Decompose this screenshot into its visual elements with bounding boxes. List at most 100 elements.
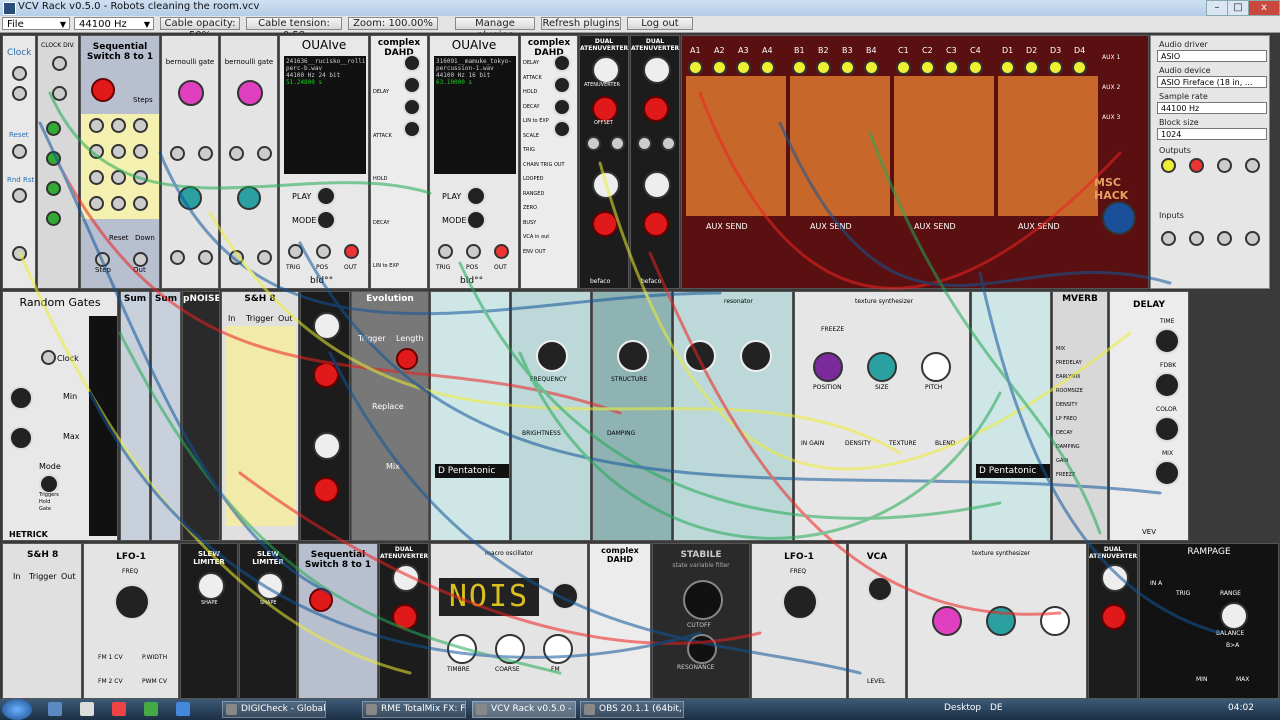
file-menu[interactable]: File ▼ — [2, 17, 70, 30]
language-indicator[interactable]: DE — [990, 703, 1003, 713]
mixer-input-jack[interactable] — [816, 60, 831, 75]
level-knob[interactable] — [867, 576, 893, 602]
offset-knob[interactable] — [592, 96, 618, 122]
structure-knob[interactable] — [740, 340, 772, 372]
dahd-knob[interactable] — [403, 98, 421, 116]
atenuverter-knob[interactable] — [643, 56, 671, 84]
app-icon[interactable] — [144, 702, 158, 716]
desktop-toolbar[interactable]: Desktop — [944, 703, 981, 713]
dahd-knob[interactable] — [553, 54, 571, 72]
clock-jack[interactable] — [41, 350, 56, 365]
clock-jack[interactable] — [12, 86, 27, 101]
mixer-input-jack[interactable] — [736, 60, 751, 75]
refresh-plugins-button[interactable]: Refresh plugins — [541, 17, 621, 30]
mixer-input-jack[interactable] — [968, 60, 983, 75]
mixer-input-jack[interactable] — [840, 60, 855, 75]
dahd-knob[interactable] — [553, 76, 571, 94]
output-jack[interactable] — [1217, 158, 1232, 173]
zoom-slider[interactable]: Zoom: 100.00% — [348, 17, 438, 30]
atenuverter-knob[interactable] — [313, 312, 341, 340]
mixer-input-jack[interactable] — [920, 60, 935, 75]
manage-plugins-button[interactable]: Manage plugins — [455, 17, 535, 41]
freq-knob[interactable] — [114, 584, 150, 620]
pitch-knob[interactable] — [1040, 606, 1070, 636]
feedback-knob[interactable] — [1154, 372, 1180, 398]
position-knob[interactable] — [813, 352, 843, 382]
output-jack[interactable] — [1161, 158, 1176, 173]
bernoulli-knob[interactable] — [178, 186, 202, 210]
mixer-input-jack[interactable] — [1048, 60, 1063, 75]
explorer-icon[interactable] — [48, 702, 62, 716]
close-button[interactable]: x — [1248, 0, 1280, 16]
seq-jack[interactable] — [89, 170, 104, 185]
mixer-input-jack[interactable] — [760, 60, 775, 75]
div-jack[interactable] — [52, 86, 67, 101]
play-button[interactable] — [316, 186, 336, 206]
steps-knob[interactable] — [309, 588, 333, 612]
block-size-select[interactable]: 1024 — [1157, 128, 1267, 140]
out-jack[interactable] — [344, 244, 359, 259]
taskbar-item-vcv-rack[interactable]: VCV Rack v0.5.0 - Ro... — [472, 701, 576, 718]
seq-jack[interactable] — [111, 170, 126, 185]
atenuverter-knob[interactable] — [592, 171, 620, 199]
mixer-input-jack[interactable] — [792, 60, 807, 75]
pos-jack[interactable] — [316, 244, 331, 259]
sample-rate-select[interactable]: 44100 Hz — [1157, 102, 1267, 114]
atenuverter-knob[interactable] — [313, 432, 341, 460]
atenuverter-knob[interactable] — [643, 171, 671, 199]
seq-step-jack[interactable] — [95, 252, 110, 267]
bernoulli-knob[interactable] — [237, 80, 263, 106]
taskbar-item-digicheck[interactable]: DIGICheck - Global R... — [222, 701, 326, 718]
log-out-button[interactable]: Log out — [627, 17, 693, 30]
mixer-input-jack[interactable] — [1072, 60, 1087, 75]
in-jack[interactable] — [637, 136, 652, 151]
bernoulli-jack[interactable] — [257, 250, 272, 265]
pitch-knob[interactable] — [921, 352, 951, 382]
atenuverter-knob[interactable] — [1101, 564, 1129, 592]
length-knob[interactable] — [396, 348, 418, 370]
taskbar-item-totalmix[interactable]: RME TotalMix FX: Fir... — [362, 701, 466, 718]
mixer-input-jack[interactable] — [1000, 60, 1015, 75]
min-knob[interactable] — [9, 386, 33, 410]
time-knob[interactable] — [1154, 328, 1180, 354]
size-knob[interactable] — [986, 606, 1016, 636]
seq-jack[interactable] — [89, 196, 104, 211]
dahd-knob[interactable] — [553, 120, 571, 138]
bernoulli-knob[interactable] — [237, 186, 261, 210]
seq-jack[interactable] — [133, 170, 148, 185]
play-button[interactable] — [466, 186, 486, 206]
input-jack[interactable] — [1245, 231, 1260, 246]
rnd-rst-jack[interactable] — [12, 188, 27, 203]
seq-jack[interactable] — [111, 196, 126, 211]
media-icon[interactable] — [80, 702, 94, 716]
steps-knob[interactable] — [91, 78, 115, 102]
dahd-knob[interactable] — [403, 120, 421, 138]
start-button[interactable] — [2, 699, 32, 720]
edit-knob[interactable] — [551, 582, 579, 610]
balance-knob[interactable] — [1220, 602, 1248, 630]
mode-button[interactable] — [466, 210, 486, 230]
atenuverter-knob[interactable] — [392, 564, 420, 592]
shape-knob[interactable] — [197, 572, 225, 600]
app-icon[interactable] — [176, 702, 190, 716]
frequency-knob[interactable] — [684, 340, 716, 372]
mixer-input-jack[interactable] — [688, 60, 703, 75]
minimize-button[interactable]: – — [1206, 0, 1228, 16]
atenuverter-knob[interactable] — [592, 56, 620, 84]
bernoulli-jack[interactable] — [198, 250, 213, 265]
output-jack[interactable] — [1245, 158, 1260, 173]
resonance-knob[interactable] — [687, 634, 717, 664]
input-jack[interactable] — [1217, 231, 1232, 246]
audio-driver-select[interactable]: ASIO — [1157, 50, 1267, 62]
fm-knob[interactable] — [543, 634, 573, 664]
seq-jack[interactable] — [111, 118, 126, 133]
reset-jack[interactable] — [12, 144, 27, 159]
in-jack[interactable] — [586, 136, 601, 151]
master-knob[interactable] — [1102, 201, 1136, 235]
pos-jack[interactable] — [466, 244, 481, 259]
offset-knob[interactable] — [313, 477, 339, 503]
seq-jack[interactable] — [111, 144, 126, 159]
offset-knob[interactable] — [643, 96, 669, 122]
freq-knob[interactable] — [782, 584, 818, 620]
mix-knob[interactable] — [1154, 460, 1180, 486]
